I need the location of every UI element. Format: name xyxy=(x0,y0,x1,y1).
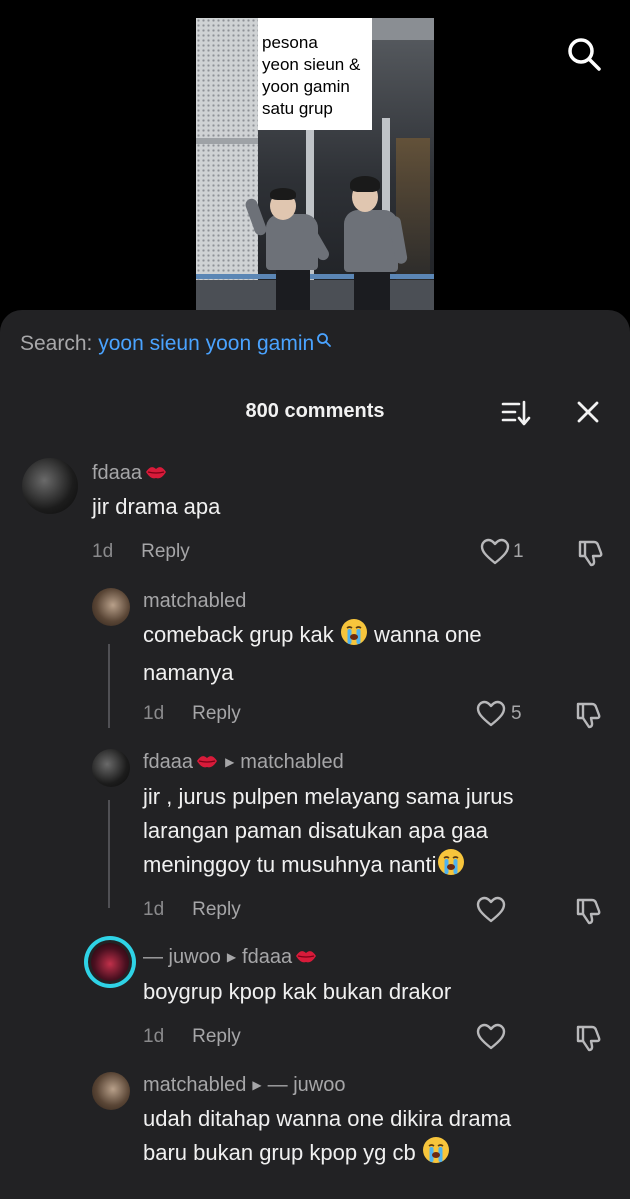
comment-time: 1d xyxy=(92,541,114,562)
loudly-crying-emoji-icon xyxy=(340,618,368,656)
comment-meta: 1d Reply xyxy=(143,899,241,921)
person-right xyxy=(336,176,416,310)
dislike-icon[interactable] xyxy=(576,538,606,573)
thread-line xyxy=(108,800,110,908)
username-text[interactable]: matchabled xyxy=(143,590,246,612)
reply-button[interactable]: Reply xyxy=(192,1026,241,1047)
reply-button[interactable]: Reply xyxy=(141,541,190,562)
comment-meta: 1d Reply xyxy=(92,541,190,563)
sort-icon[interactable] xyxy=(500,398,532,433)
avatar[interactable] xyxy=(92,588,130,626)
avatar[interactable] xyxy=(22,458,78,514)
comment-text: comeback grup kak wanna one namanya xyxy=(143,618,603,690)
comment-username[interactable]: fdaaa ▶ matchabled xyxy=(143,751,344,776)
comment-text: boygrup kpop kak bukan drakor xyxy=(143,975,451,1009)
heart-icon[interactable] xyxy=(480,538,510,571)
search-query-link[interactable]: yoon sieun yoon gamin xyxy=(98,332,314,355)
close-icon[interactable] xyxy=(574,398,602,431)
comment-username[interactable]: matchabled ▶ — juwoo xyxy=(143,1074,345,1097)
search-icon[interactable] xyxy=(566,36,602,72)
avatar-story-ring[interactable] xyxy=(84,936,136,988)
kiss-mark-icon xyxy=(195,752,219,776)
username-text[interactable]: fdaaa xyxy=(143,751,193,773)
reply-to-username[interactable]: fdaaa xyxy=(242,946,292,968)
comment-username[interactable]: fdaaa xyxy=(92,462,168,487)
comments-sheet: Search: yoon sieun yoon gamin 800 commen… xyxy=(0,310,630,1199)
comment-username[interactable]: — juwoo ▶ fdaaa xyxy=(143,946,318,971)
comment-line: jir drama apa xyxy=(92,494,221,519)
heart-icon[interactable] xyxy=(476,896,506,929)
caption-line: yoon gamin xyxy=(262,77,350,96)
reply-button[interactable]: Reply xyxy=(192,899,241,920)
comment-meta: 1d Reply xyxy=(143,1026,241,1048)
person-left xyxy=(243,188,340,310)
like-count: 1 xyxy=(513,541,524,562)
reply-arrow-icon: ▶ xyxy=(225,755,235,769)
caption-line: yeon sieun & xyxy=(262,55,361,74)
kiss-mark-icon xyxy=(294,947,318,971)
reply-to-username[interactable]: matchabled xyxy=(240,751,343,773)
perforated-wall xyxy=(196,18,258,310)
loudly-crying-emoji-icon xyxy=(422,1136,450,1174)
search-icon xyxy=(316,330,332,354)
comment-username[interactable]: matchabled xyxy=(143,590,246,613)
comment-line: baru bukan grup kpop yg cb xyxy=(143,1140,416,1165)
username-text[interactable]: — juwoo xyxy=(143,946,221,968)
comment-time: 1d xyxy=(143,1026,165,1047)
avatar[interactable] xyxy=(92,1072,130,1110)
heart-icon[interactable] xyxy=(476,700,506,733)
caption-line: pesona xyxy=(262,33,318,52)
reply-to-username[interactable]: — juwoo xyxy=(268,1074,346,1096)
username-text[interactable]: fdaaa xyxy=(92,462,142,484)
comment-line: jir , jurus pulpen melayang sama jurus xyxy=(143,784,514,809)
reply-button[interactable]: Reply xyxy=(192,703,241,724)
comment-line: boygrup kpop kak bukan drakor xyxy=(143,979,452,1004)
comment-line: udah ditahap wanna one dikira drama xyxy=(143,1106,512,1131)
search-suggestion[interactable]: Search: yoon sieun yoon gamin xyxy=(20,332,332,356)
thread-line xyxy=(108,644,110,728)
comment-line: wanna one xyxy=(374,622,482,647)
comment-text: jir drama apa xyxy=(92,490,220,524)
heart-icon[interactable] xyxy=(476,1023,506,1056)
dislike-icon[interactable] xyxy=(574,1023,604,1058)
video-caption: pesona yeon sieun & yoon gamin satu grup xyxy=(258,18,372,130)
like-count: 5 xyxy=(511,703,522,724)
reply-arrow-icon: ▶ xyxy=(252,1078,262,1092)
comment-line: meninggoy tu musuhnya nanti xyxy=(143,852,437,877)
comment-count: 800 comments xyxy=(245,400,385,422)
reply-arrow-icon: ▶ xyxy=(226,950,237,964)
search-label: Search: xyxy=(20,332,93,355)
comment-text: jir , jurus pulpen melayang sama jurus l… xyxy=(143,780,613,886)
username-text[interactable]: matchabled xyxy=(143,1074,246,1096)
caption-line: satu grup xyxy=(262,99,333,118)
comments-header: 800 comments xyxy=(0,396,630,428)
video-area[interactable]: pesona yeon sieun & yoon gamin satu grup xyxy=(0,0,630,320)
wall-divider xyxy=(196,138,258,144)
comment-line: namanya xyxy=(143,660,234,685)
dislike-icon[interactable] xyxy=(574,896,604,931)
comment-time: 1d xyxy=(143,899,165,920)
comment-line: larangan paman disatukan apa gaa xyxy=(143,818,488,843)
dislike-icon[interactable] xyxy=(574,700,604,735)
comment-line: comeback grup kak xyxy=(143,622,334,647)
comment-time: 1d xyxy=(143,703,165,724)
kiss-mark-icon xyxy=(144,463,168,487)
comment-text: udah ditahap wanna one dikira drama baru… xyxy=(143,1102,613,1174)
comment-meta: 1d Reply xyxy=(143,703,241,725)
video-thumbnail[interactable]: pesona yeon sieun & yoon gamin satu grup xyxy=(196,18,434,310)
avatar[interactable] xyxy=(92,749,130,787)
loudly-crying-emoji-icon xyxy=(437,848,465,886)
